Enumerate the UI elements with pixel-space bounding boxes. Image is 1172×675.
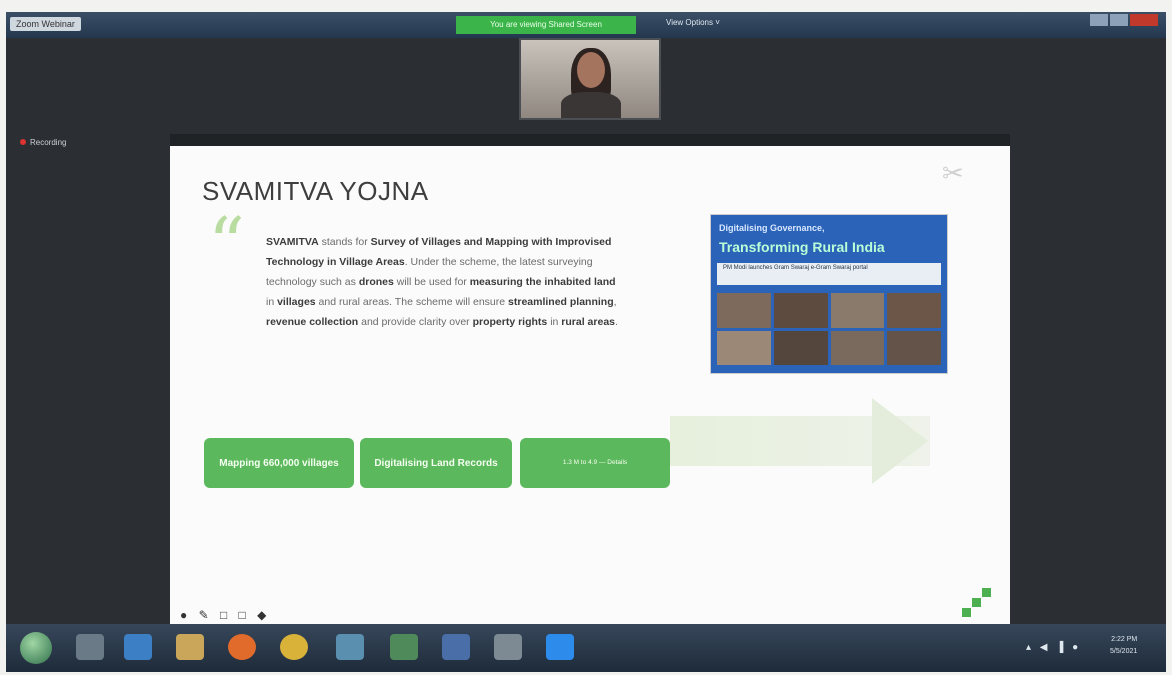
desc-text: . <box>615 316 618 328</box>
start-button[interactable] <box>20 632 52 664</box>
firefox-icon[interactable] <box>228 634 256 660</box>
desc-text: , <box>613 296 617 308</box>
recording-indicator: Recording <box>20 138 66 147</box>
face-thumbnail <box>717 330 771 365</box>
desc-bold: revenue collection <box>266 316 359 328</box>
desc-bold: villages <box>277 296 316 308</box>
desc-text: stands for <box>318 236 371 248</box>
desc-bold: property rights <box>472 316 548 328</box>
desc-bold: rural areas <box>561 316 616 328</box>
news-subtext: PM Modi launches Gram Swaraj e-Gram Swar… <box>717 263 941 285</box>
system-tray[interactable]: ▴ ◀ ▐ ● <box>1026 642 1081 653</box>
clock-date: 5/5/2021 <box>1110 648 1138 655</box>
step-digitalising: Digitalising Land Records <box>360 438 512 488</box>
file-explorer-icon[interactable] <box>176 634 204 660</box>
view-options-button[interactable]: View Options ˅ <box>666 18 720 27</box>
news-headline-large: Transforming Rural India <box>719 239 885 255</box>
taskbar-app-icon[interactable] <box>336 634 364 660</box>
participant-body <box>561 92 621 118</box>
logo-square <box>972 598 981 607</box>
desc-bold: drones <box>358 276 394 288</box>
system-clock[interactable]: 2:22 PM 5/5/2021 <box>1110 634 1137 658</box>
participant-face <box>577 52 605 88</box>
scheme-description: SVAMITVA stands for Survey of Villages a… <box>266 232 618 332</box>
logo-square <box>962 608 971 617</box>
face-thumbnail <box>830 330 885 365</box>
app-title: Zoom Webinar <box>10 17 81 31</box>
desc-bold: SVAMITVA <box>266 236 319 248</box>
desc-bold: streamlined planning <box>508 296 614 308</box>
process-arrow-head <box>872 398 928 484</box>
minimize-button[interactable] <box>1090 14 1108 26</box>
window-controls <box>1090 14 1158 26</box>
desc-text: in <box>266 296 278 308</box>
face-thumbnail <box>773 293 828 328</box>
media-player-icon[interactable] <box>76 634 104 660</box>
news-thumbnail: Digitalising Governance, Transforming Ru… <box>710 214 948 374</box>
corner-decoration-icon: ✂ <box>942 158 964 188</box>
face-thumbnail <box>773 330 828 365</box>
screen-share-banner[interactable]: You are viewing Shared Screen <box>456 16 636 34</box>
logo-square <box>982 588 991 597</box>
participant-video-tile[interactable] <box>519 38 661 120</box>
video-call-grid <box>717 293 941 365</box>
internet-explorer-icon[interactable] <box>124 634 152 660</box>
clock-time: 2:22 PM <box>1111 636 1138 643</box>
desc-text: in <box>547 316 562 328</box>
slide-toolbar[interactable]: ● ✎ □ □ ◆ <box>180 608 270 622</box>
step-details: 1.3 M to 4.9 — Details <box>520 438 670 488</box>
organization-logo-icon <box>962 588 992 618</box>
record-dot-icon <box>20 139 26 145</box>
excel-icon[interactable] <box>390 634 418 660</box>
face-thumbnail <box>887 330 941 365</box>
zoom-title-bar: Zoom Webinar You are viewing Shared Scre… <box>6 12 1166 38</box>
step-mapping: Mapping 660,000 villages <box>204 438 354 488</box>
face-thumbnail <box>717 293 771 328</box>
monitor-screen: Zoom Webinar You are viewing Shared Scre… <box>6 12 1166 672</box>
face-thumbnail <box>887 293 941 328</box>
word-icon[interactable] <box>442 634 470 660</box>
windows-taskbar: ▴ ◀ ▐ ● 2:22 PM 5/5/2021 <box>6 624 1166 672</box>
recording-label: Recording <box>30 138 67 147</box>
zoom-icon[interactable] <box>546 634 574 660</box>
news-headline: Digitalising Governance, <box>719 223 825 233</box>
maximize-button[interactable] <box>1110 14 1128 26</box>
quote-icon: “ <box>208 202 245 286</box>
desc-text: and rural areas. The scheme will ensure <box>315 296 509 308</box>
shared-slide: SVAMITVA YOJNA ✂ “ SVAMITVA stands for S… <box>170 134 1010 632</box>
desc-text: will be used for <box>393 276 470 288</box>
chrome-icon[interactable] <box>280 634 308 660</box>
desc-bold: measuring the inhabited land <box>469 276 616 288</box>
desc-text: and provide clarity over <box>358 316 473 328</box>
face-thumbnail <box>830 293 885 328</box>
taskbar-app-icon[interactable] <box>494 634 522 660</box>
close-button[interactable] <box>1130 14 1158 26</box>
